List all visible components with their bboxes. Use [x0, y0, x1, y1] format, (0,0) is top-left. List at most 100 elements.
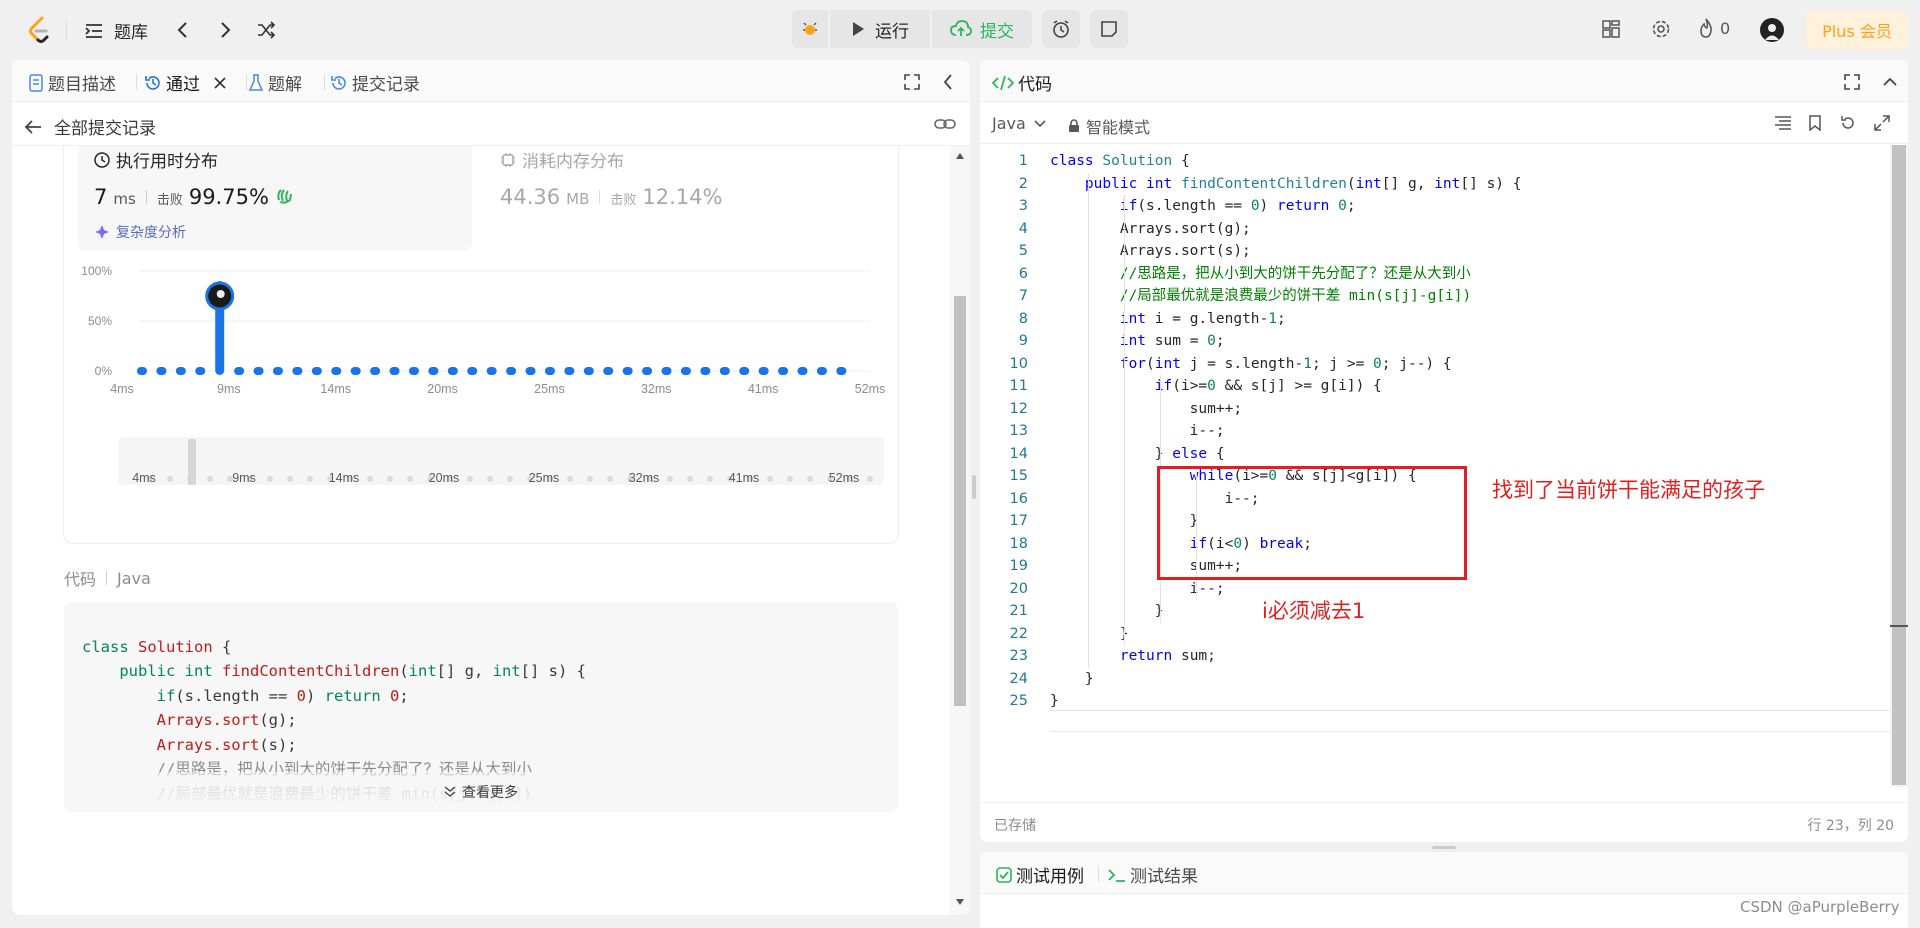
runtime-value: 7	[94, 185, 108, 209]
settings-button[interactable]	[1651, 19, 1671, 39]
layout-button[interactable]	[1602, 20, 1620, 38]
view-more-button[interactable]: 查看更多	[64, 772, 898, 812]
bar	[137, 367, 147, 375]
language-label: Java	[992, 114, 1026, 133]
debug-button[interactable]	[792, 10, 828, 48]
bar	[428, 367, 439, 375]
problem-bank-button[interactable]: 题库	[84, 18, 148, 43]
format-icon[interactable]	[1774, 116, 1792, 130]
share-link-icon[interactable]	[934, 116, 956, 132]
navigator-dot	[267, 476, 273, 482]
complexity-analysis-button[interactable]: 复杂度分析	[94, 222, 186, 242]
plus-membership-button[interactable]: Plus 会员	[1806, 11, 1908, 49]
bar	[622, 367, 633, 375]
next-problem-button[interactable]	[216, 20, 234, 40]
code-line: public int findContentChildren(int[] g, …	[119, 662, 586, 680]
tab-submissions[interactable]: 提交记录	[330, 70, 420, 95]
x-tick-label: 25ms	[534, 382, 565, 396]
memory-title: 消耗内存分布	[522, 152, 624, 172]
streak-button[interactable]: 0	[1698, 18, 1730, 38]
bar	[603, 367, 614, 375]
left-panel: 题目描述 通过 题解 提交记录 全部提交记录 执行用时分布 7 ms 击败 99…	[12, 60, 970, 915]
leetcode-logo[interactable]	[28, 16, 50, 44]
chevron-down-icon	[1034, 119, 1046, 128]
bar	[836, 367, 847, 375]
bar	[292, 367, 303, 375]
bar	[816, 367, 827, 375]
tab-description[interactable]: 题目描述	[28, 70, 116, 95]
code-line: for(int j = s.length-1; j >= 0; j--) {	[1119, 355, 1452, 372]
line-number: 2	[1018, 175, 1028, 192]
navigator-handle	[188, 439, 196, 485]
note-button[interactable]	[1090, 10, 1128, 48]
editor-resize-handle[interactable]	[1432, 846, 1456, 849]
avatar[interactable]	[1760, 18, 1784, 42]
line-number: 11	[1009, 378, 1028, 394]
editor-collapse-icon[interactable]	[1882, 75, 1898, 87]
reset-icon[interactable]	[1840, 115, 1856, 131]
line-number: 5	[1018, 243, 1028, 259]
cursor-position: 行 23，列 20	[1807, 818, 1894, 834]
prev-problem-button[interactable]	[174, 20, 192, 40]
annotation-text-1: 找到了当前饼干能满足的孩子	[1492, 478, 1765, 502]
scroll-down-arrow[interactable]	[955, 898, 965, 906]
timer-button[interactable]	[1042, 10, 1080, 48]
bar	[486, 367, 497, 375]
streak-count: 0	[1720, 18, 1731, 38]
editor-scrollbar-thumb[interactable]	[1892, 145, 1906, 785]
memory-title-row: 消耗内存分布	[500, 147, 624, 172]
navigator-dot	[467, 476, 473, 482]
panel-resize-handle[interactable]	[972, 475, 976, 499]
run-button[interactable]: 运行	[830, 10, 930, 48]
smart-mode[interactable]: 智能模式	[1068, 114, 1150, 138]
tab-accepted[interactable]: 通过	[144, 70, 226, 95]
bar	[331, 367, 342, 375]
fullscreen-icon[interactable]	[1874, 115, 1890, 131]
left-scrollbar[interactable]	[950, 146, 970, 915]
bar	[797, 367, 808, 375]
collapse-icon[interactable]	[942, 73, 954, 91]
bar	[564, 367, 575, 375]
code-line: return sum;	[1119, 648, 1216, 664]
line-number: 21	[1009, 603, 1028, 619]
tab-separator	[246, 74, 247, 90]
tab-testcase[interactable]: 测试用例	[996, 862, 1084, 887]
editor-scrollbar[interactable]	[1890, 145, 1908, 787]
clap-icon	[275, 186, 293, 204]
code-line: class Solution {	[1050, 153, 1190, 169]
tab-code[interactable]: 代码	[992, 70, 1052, 95]
clock-icon	[94, 151, 110, 168]
bookmark-icon[interactable]	[1808, 115, 1822, 131]
runtime-beat-label: 击败	[156, 193, 183, 208]
arrow-left-icon	[24, 119, 42, 135]
back-to-submissions[interactable]: 全部提交记录	[24, 114, 156, 139]
complexity-analysis-label: 复杂度分析	[116, 225, 186, 241]
maximize-icon[interactable]	[904, 74, 920, 90]
code-line: i--;	[1050, 580, 1225, 597]
list-icon	[84, 22, 104, 40]
memory-card[interactable]: 消耗内存分布 44.36 MB 击败 12.14%	[484, 146, 878, 251]
run-label: 运行	[875, 21, 909, 42]
editor-maximize-icon[interactable]	[1844, 74, 1860, 90]
scrollbar-thumb[interactable]	[954, 296, 966, 706]
smart-mode-label: 智能模式	[1086, 118, 1151, 137]
language-select[interactable]: Java	[992, 114, 1046, 133]
memory-beat-label: 击败	[610, 193, 637, 208]
tab-test-result[interactable]: 测试结果	[1108, 862, 1198, 887]
scroll-up-arrow[interactable]	[955, 152, 965, 160]
bar	[195, 367, 206, 375]
close-tab-icon[interactable]	[214, 76, 226, 89]
navigator-tick-label: 52ms	[829, 471, 860, 485]
tab-solutions[interactable]: 题解	[248, 70, 302, 95]
code-line: Arrays.sort(s);	[156, 735, 297, 754]
bar	[175, 367, 186, 375]
runtime-card[interactable]: 执行用时分布 7 ms 击败 99.75% 复杂度分析	[78, 146, 472, 251]
submit-button[interactable]: 提交	[932, 10, 1032, 48]
x-tick-label: 4ms	[110, 382, 134, 396]
sparkle-icon	[94, 224, 110, 240]
header-sep	[106, 571, 108, 585]
bar	[408, 367, 419, 375]
random-problem-button[interactable]	[256, 20, 276, 40]
test-tab-bar: 测试用例 测试结果	[980, 852, 1908, 894]
line-number: 14	[1009, 445, 1028, 462]
